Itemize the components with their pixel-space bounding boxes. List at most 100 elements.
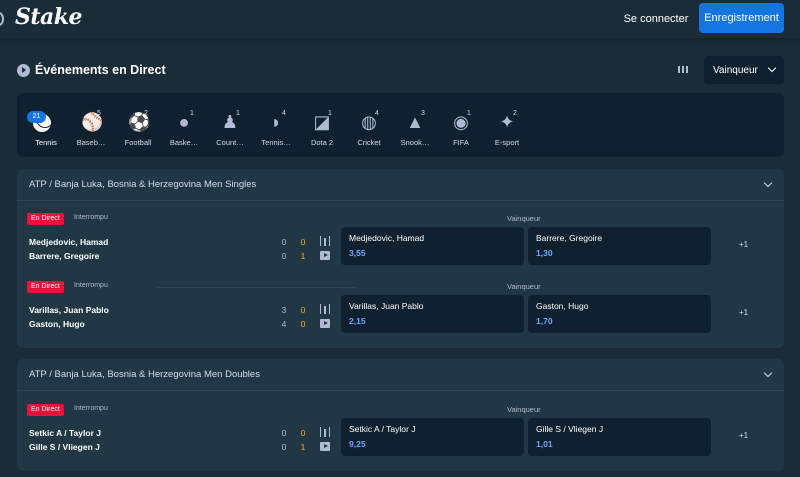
- score-games: 0: [300, 237, 306, 247]
- match-status: Interrompu: [74, 282, 108, 289]
- live-badge: En Direct: [27, 281, 64, 293]
- sport-tab-fifa[interactable]: ◉ 1 FIFA: [440, 93, 482, 157]
- odds-button-away[interactable]: Gille S / Vliegen J 1,01: [528, 418, 711, 456]
- login-button[interactable]: Se connecter: [618, 5, 694, 33]
- row-divider: [157, 287, 357, 288]
- score-sets: 0: [281, 442, 287, 452]
- odds-outcome: Medjedovic, Hamad: [349, 233, 425, 243]
- sport-tab-counter-strike[interactable]: ♟ 1 Count…: [209, 93, 251, 157]
- sport-tab-football[interactable]: ⚽ 2 Football: [117, 93, 159, 157]
- market-label: Vainqueur: [507, 405, 541, 414]
- more-markets-link[interactable]: +1: [739, 431, 748, 440]
- event-card-header[interactable]: ATP / Banja Luka, Bosnia & Herzegovina M…: [17, 359, 784, 391]
- odds-button-home[interactable]: Setkic A / Taylor J 9,25: [341, 418, 524, 456]
- market-select[interactable]: Vainqueur: [704, 56, 784, 84]
- event-card-singles: ATP / Banja Luka, Bosnia & Herzegovina M…: [17, 169, 784, 348]
- sport-count: 1: [328, 110, 332, 117]
- odds-value: 1,30: [536, 248, 553, 258]
- sport-count: 2: [513, 110, 517, 117]
- sport-label: Football: [124, 138, 152, 147]
- sport-count: 2: [144, 110, 148, 117]
- odds-button-away[interactable]: Barrere, Gregoire 1,30: [528, 227, 711, 265]
- team-2[interactable]: Gille S / Vliegen J: [29, 442, 100, 452]
- market-label: Vainqueur: [507, 214, 541, 223]
- sidebar-toggle-icon[interactable]: [0, 12, 4, 26]
- live-stream-icon[interactable]: [320, 442, 330, 451]
- sport-tab-esport[interactable]: ✦ 2 E-sport: [486, 93, 528, 157]
- live-badge: En Direct: [27, 404, 64, 416]
- odds-value: 2,15: [349, 316, 366, 326]
- event-title: ATP / Banja Luka, Bosnia & Herzegovina M…: [29, 179, 257, 190]
- sport-label: Cricket: [357, 138, 381, 147]
- sport-label: FIFA: [453, 138, 469, 147]
- sport-count: 1: [236, 110, 240, 117]
- odds-value: 9,25: [349, 439, 366, 449]
- score-sets: 0: [281, 428, 287, 438]
- stats-icon[interactable]: [320, 236, 330, 246]
- sport-count: 1: [467, 110, 471, 117]
- score-games: 1: [300, 251, 306, 261]
- sport-label: Snook…: [400, 138, 430, 147]
- odds-value: 3,55: [349, 248, 366, 258]
- odds-button-home[interactable]: Varillas, Juan Pablo 2,15: [341, 295, 524, 333]
- more-markets-link[interactable]: +1: [739, 308, 748, 317]
- view-toggle-icon[interactable]: [676, 62, 690, 76]
- market-label: Vainqueur: [507, 282, 541, 291]
- sport-label: Dota 2: [310, 138, 334, 147]
- event-card-header[interactable]: ATP / Banja Luka, Bosnia & Herzegovina M…: [17, 169, 784, 201]
- team-1[interactable]: Varillas, Juan Pablo: [29, 305, 109, 315]
- team-2[interactable]: Gaston, Hugo: [29, 319, 85, 329]
- chevron-down-icon[interactable]: [763, 368, 773, 378]
- score-games: 0: [300, 305, 306, 315]
- match-row: En Direct Interrompu Vainqueur Varillas,…: [17, 281, 784, 349]
- match-row: En Direct Interrompu Vainqueur Setkic A …: [17, 404, 784, 472]
- score-games: 1: [300, 442, 306, 452]
- team-1[interactable]: Setkic A / Taylor J: [29, 428, 101, 438]
- sports-bar: Tennis ⚾ 5 Baseb… ⚽ 2 Football ● 1 Baske…: [17, 93, 784, 157]
- team-2[interactable]: Barrere, Gregoire: [29, 251, 99, 261]
- odds-button-home[interactable]: Medjedovic, Hamad 3,55: [341, 227, 524, 265]
- odds-outcome: Barrere, Gregoire: [536, 233, 603, 243]
- match-status: Interrompu: [74, 214, 108, 221]
- live-stream-icon[interactable]: [320, 251, 330, 260]
- stats-icon[interactable]: [320, 304, 330, 314]
- more-markets-link[interactable]: +1: [739, 240, 748, 249]
- register-button[interactable]: Enregistrement: [699, 3, 784, 33]
- stats-icon[interactable]: [320, 427, 330, 437]
- odds-outcome: Varillas, Juan Pablo: [349, 301, 424, 311]
- sport-tab-dota2[interactable]: ◪ 1 Dota 2: [301, 93, 343, 157]
- sport-label: Count…: [216, 138, 244, 147]
- odds-outcome: Setkic A / Taylor J: [349, 424, 416, 434]
- sport-tab-basketball[interactable]: ● 1 Baske…: [163, 93, 205, 157]
- score-sets: 4: [281, 319, 287, 329]
- stake-logo[interactable]: Stake: [15, 4, 83, 30]
- sport-label: Tennis: [35, 138, 57, 147]
- live-badge: En Direct: [27, 213, 64, 225]
- sport-count: 4: [375, 110, 379, 117]
- market-select-value: Vainqueur: [713, 64, 758, 76]
- match-row: En Direct Interrompu Vainqueur Medjedovi…: [17, 213, 784, 281]
- sport-tab-cricket[interactable]: ◍ 4 Cricket: [348, 93, 390, 157]
- tennis-count-badge: 21: [27, 111, 46, 123]
- top-bar: Stake Se connecter Enregistrement: [0, 0, 800, 38]
- score-sets: 0: [281, 251, 287, 261]
- sport-tab-snooker[interactable]: ▲ 3 Snook…: [394, 93, 436, 157]
- sport-tab-table-tennis[interactable]: ◗ 4 Tennis…: [255, 93, 297, 157]
- sport-label: Tennis…: [261, 138, 291, 147]
- match-status: Interrompu: [74, 405, 108, 412]
- sport-label: Baseb…: [76, 138, 106, 147]
- sport-tab-baseball[interactable]: ⚾ 5 Baseb…: [70, 93, 112, 157]
- team-1[interactable]: Medjedovic, Hamad: [29, 237, 108, 247]
- live-play-icon: [17, 63, 30, 77]
- odds-outcome: Gille S / Vliegen J: [536, 424, 604, 434]
- chevron-down-icon: [767, 63, 777, 73]
- odds-button-away[interactable]: Gaston, Hugo 1,70: [528, 295, 711, 333]
- odds-value: 1,70: [536, 316, 553, 326]
- live-stream-icon[interactable]: [320, 319, 330, 328]
- score-sets: 0: [281, 237, 287, 247]
- sport-count: 3: [421, 110, 425, 117]
- score-games: 0: [300, 319, 306, 329]
- section-title: Événements en Direct: [35, 63, 166, 77]
- sport-count: 4: [282, 110, 286, 117]
- chevron-down-icon[interactable]: [763, 178, 773, 188]
